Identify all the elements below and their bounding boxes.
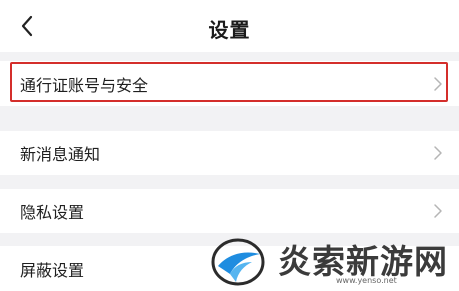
settings-screen: 设置 通行证账号与安全 新消息通知 隐私设置 屏蔽设置 炎索新游网 www.ye… <box>0 0 459 291</box>
settings-item-notifications[interactable]: 新消息通知 <box>0 131 459 175</box>
settings-item-block[interactable]: 屏蔽设置 <box>0 246 459 291</box>
settings-item-label: 通行证账号与安全 <box>20 75 149 95</box>
settings-item-label: 隐私设置 <box>20 203 85 222</box>
settings-item-privacy[interactable]: 隐私设置 <box>0 189 459 233</box>
settings-item-account-security[interactable]: 通行证账号与安全 <box>0 61 459 106</box>
chevron-right-icon <box>434 146 442 160</box>
settings-item-label: 屏蔽设置 <box>20 260 85 280</box>
chevron-right-icon <box>434 204 442 218</box>
page-title: 设置 <box>208 18 251 42</box>
settings-item-label: 新消息通知 <box>20 145 101 164</box>
chevron-right-icon <box>434 76 442 91</box>
header-bar: 设置 <box>0 0 459 52</box>
